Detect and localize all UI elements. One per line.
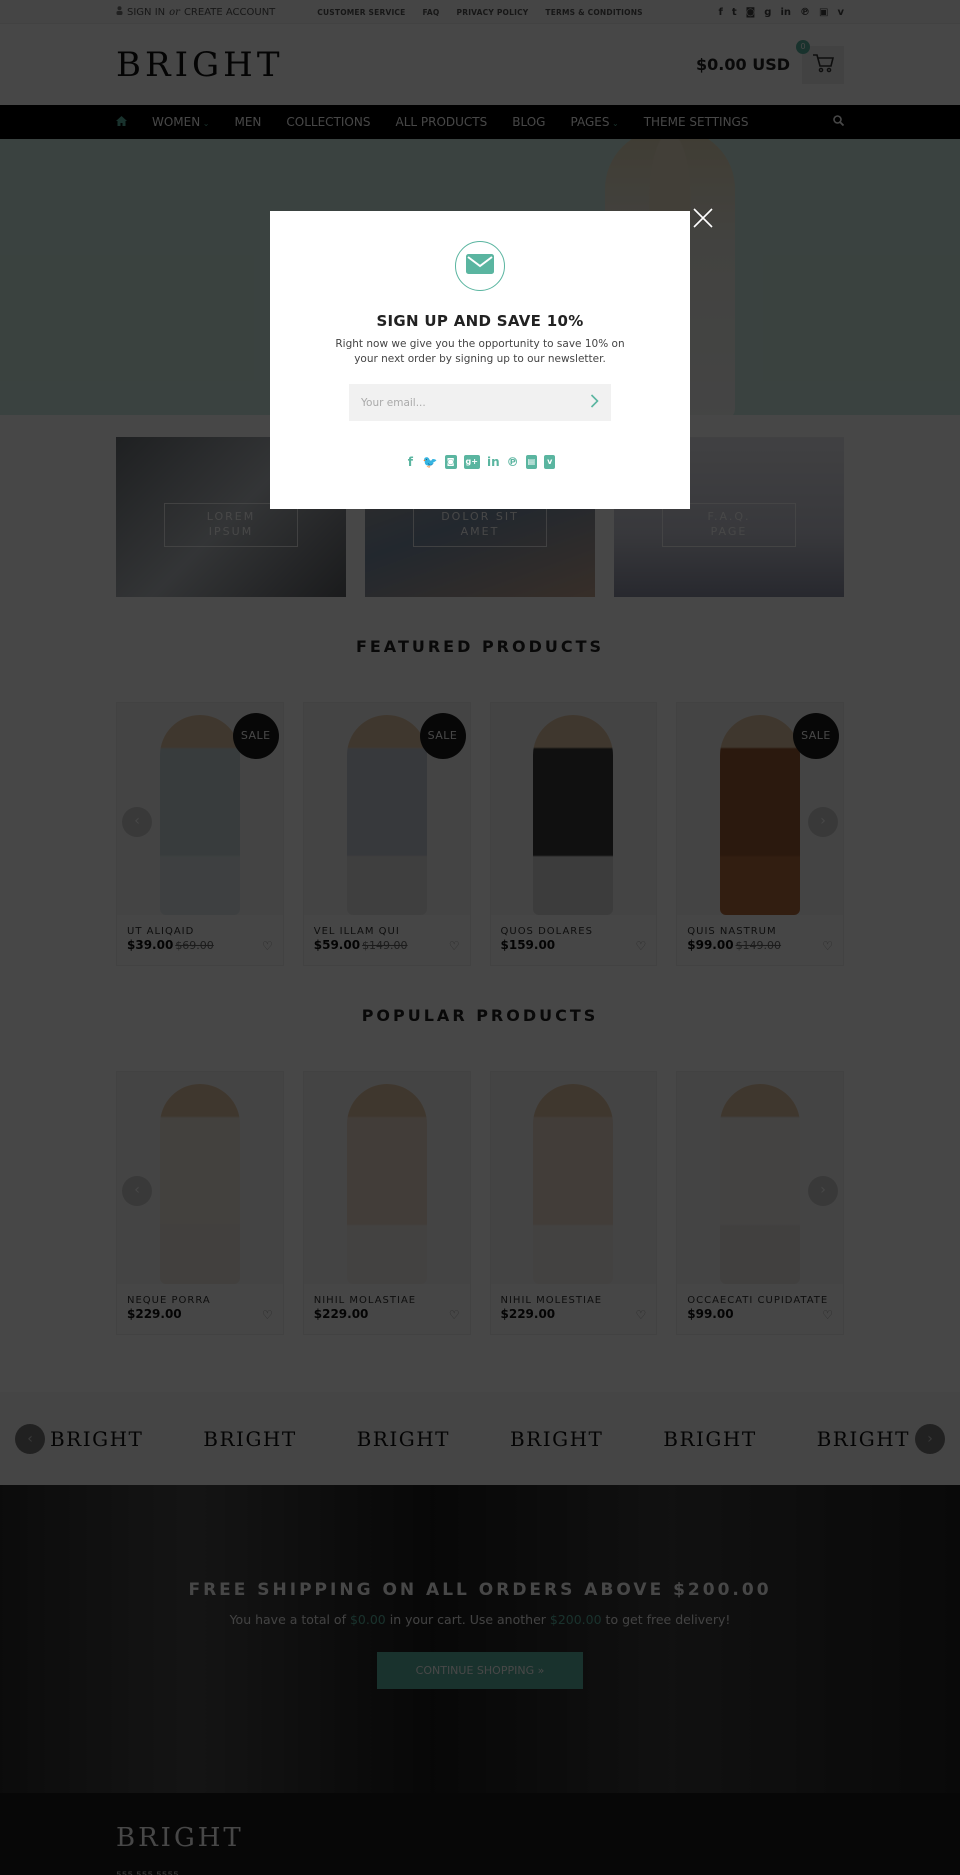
vimeo-icon[interactable]: v — [544, 455, 556, 469]
email-input[interactable] — [361, 396, 590, 409]
twitter-icon[interactable]: 🐦 — [423, 455, 438, 469]
close-icon[interactable] — [692, 207, 714, 229]
newsletter-form — [349, 384, 611, 421]
modal-description: Right now we give you the opportunity to… — [335, 338, 625, 365]
modal-title: SIGN UP AND SAVE 10% — [376, 312, 584, 330]
linkedin-icon[interactable]: in — [487, 455, 500, 469]
newsletter-modal: SIGN UP AND SAVE 10% Right now we give y… — [270, 211, 690, 509]
pinterest-icon[interactable]: ℗ — [507, 455, 519, 469]
envelope-icon — [466, 254, 494, 278]
instagram-icon[interactable]: ◙ — [444, 455, 457, 469]
mail-icon-circle — [455, 241, 505, 291]
facebook-icon[interactable]: f — [405, 455, 416, 469]
modal-social-links: f 🐦 ◙ g+ in ℗ ▤ v — [270, 455, 690, 469]
submit-arrow-icon[interactable] — [590, 393, 599, 412]
google-plus-icon[interactable]: g+ — [463, 455, 480, 469]
youtube-icon[interactable]: ▤ — [525, 455, 538, 469]
